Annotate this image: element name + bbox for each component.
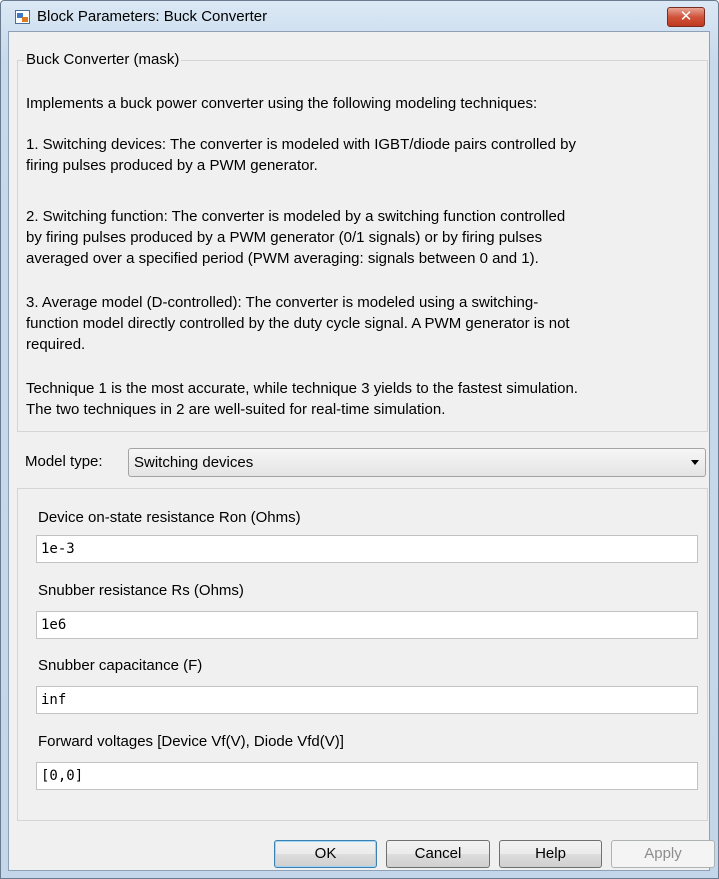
cs-field[interactable]: inf (36, 686, 698, 714)
description-intro: Implements a buck power converter using … (26, 95, 538, 112)
description-technique-2: 2. Switching function: The converter is … (26, 208, 566, 267)
cancel-button[interactable]: Cancel (386, 840, 490, 868)
vf-label: Forward voltages [Device Vf(V), Diode Vf… (38, 733, 344, 750)
model-type-label: Model type: (25, 453, 103, 470)
apply-button[interactable]: Apply (611, 840, 715, 868)
description-technique-1: 1. Switching devices: The converter is m… (26, 136, 576, 174)
model-type-dropdown[interactable]: Switching devices (128, 448, 706, 477)
close-icon: ✕ (679, 7, 693, 25)
ron-label: Device on-state resistance Ron (Ohms) (38, 509, 301, 526)
simulink-block-icon (15, 10, 30, 24)
vf-field[interactable]: [0,0] (36, 762, 698, 790)
help-button[interactable]: Help (499, 840, 602, 868)
cs-label: Snubber capacitance (F) (38, 657, 203, 674)
ron-field[interactable]: 1e-3 (36, 535, 698, 563)
title-bar[interactable]: Block Parameters: Buck Converter ✕ (1, 1, 718, 31)
chevron-down-icon[interactable] (691, 460, 699, 465)
rs-field[interactable]: 1e6 (36, 611, 698, 639)
rs-label: Snubber resistance Rs (Ohms) (38, 582, 244, 599)
ok-button[interactable]: OK (274, 840, 377, 868)
description-summary: Technique 1 is the most accurate, while … (26, 380, 578, 418)
description-technique-3: 3. Average model (D-controlled): The con… (26, 294, 570, 353)
model-type-value: Switching devices (134, 454, 254, 471)
close-button[interactable]: ✕ (667, 7, 705, 27)
group-legend: Buck Converter (mask) (24, 51, 182, 68)
window-title: Block Parameters: Buck Converter (37, 8, 268, 25)
